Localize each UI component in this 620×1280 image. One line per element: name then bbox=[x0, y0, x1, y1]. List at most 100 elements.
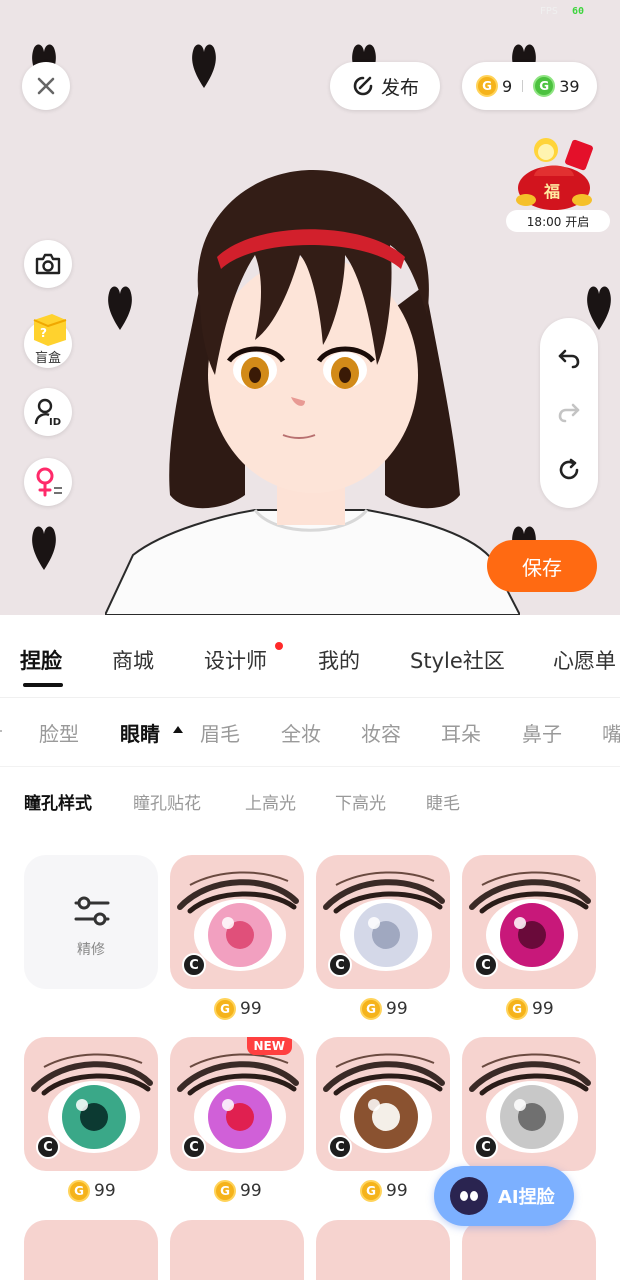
notification-dot bbox=[275, 642, 283, 650]
category-face-shape[interactable]: 脸型 bbox=[39, 718, 79, 747]
svg-text:ID: ID bbox=[49, 417, 61, 427]
refine-label: 精修 bbox=[77, 942, 105, 958]
tab-face[interactable]: 捏脸 bbox=[20, 645, 62, 675]
subtab-upper-highlight[interactable]: 上高光 bbox=[245, 789, 296, 814]
subtab-pupil-style[interactable]: 瞳孔样式 bbox=[24, 789, 92, 814]
currency-divider bbox=[522, 80, 524, 92]
eye-item-card[interactable]: C NEW bbox=[170, 1037, 304, 1171]
tab-shop[interactable]: 商城 bbox=[112, 645, 154, 675]
partial-item-card[interactable] bbox=[24, 1220, 158, 1280]
category-makeup[interactable]: 妆容 bbox=[361, 718, 401, 747]
camera-button[interactable] bbox=[24, 240, 72, 288]
heart-decor-icon bbox=[585, 284, 613, 330]
eye-item-card[interactable]: C bbox=[316, 855, 450, 989]
item-price: G99 bbox=[360, 996, 408, 1022]
partial-item-card[interactable] bbox=[316, 1220, 450, 1280]
scroll-edge bbox=[0, 730, 2, 732]
ai-face-label: AI捏脸 bbox=[498, 1187, 555, 1208]
subtab-eyelashes[interactable]: 睫毛 bbox=[426, 789, 460, 814]
creator-badge-icon: C bbox=[182, 953, 206, 977]
category-eyes[interactable]: 眼睛 bbox=[120, 718, 160, 747]
main-tabs: 捏脸 商城 设计师 我的 Style社区 心愿单 bbox=[0, 615, 620, 698]
creator-badge-icon: C bbox=[328, 1135, 352, 1159]
subtab-lower-highlight[interactable]: 下高光 bbox=[335, 789, 386, 814]
item-price: G99 bbox=[360, 1178, 408, 1204]
reset-button[interactable] bbox=[557, 458, 581, 482]
creator-badge-icon: C bbox=[474, 1135, 498, 1159]
price-value: 99 bbox=[240, 1181, 262, 1201]
eye-item-card[interactable]: C bbox=[316, 1037, 450, 1171]
price-value: 99 bbox=[386, 1181, 408, 1201]
heart-decor-icon bbox=[190, 42, 218, 88]
creator-badge-icon: C bbox=[328, 953, 352, 977]
avatar-stage[interactable]: FPS 60 发布 G 9 G 39 福 18:00 开启 ? 盲盒 ID 保存 bbox=[0, 0, 620, 615]
currency-balance[interactable]: G 9 G 39 bbox=[462, 62, 597, 110]
tab-mine[interactable]: 我的 bbox=[318, 645, 360, 675]
partial-item-card[interactable] bbox=[170, 1220, 304, 1280]
gold-coin-icon: G bbox=[68, 1180, 90, 1202]
caret-up-icon bbox=[173, 726, 183, 733]
gold-coin-icon: G bbox=[360, 1180, 382, 1202]
category-full-makeup[interactable]: 全妆 bbox=[281, 718, 321, 747]
id-icon: ID bbox=[34, 398, 61, 427]
blindbox-button[interactable]: ? 盲盒 bbox=[24, 314, 72, 368]
ai-robot-icon bbox=[450, 1177, 488, 1215]
close-button[interactable] bbox=[22, 62, 70, 110]
eye-item-card[interactable]: C bbox=[24, 1037, 158, 1171]
green-coin-icon: G bbox=[533, 75, 556, 97]
refine-button[interactable]: 精修 bbox=[24, 855, 158, 989]
fps-counter: FPS 60 bbox=[539, 6, 584, 17]
redo-button[interactable] bbox=[557, 400, 581, 424]
gold-coin-icon: G bbox=[360, 998, 382, 1020]
redo-icon bbox=[558, 403, 580, 423]
reset-icon bbox=[559, 458, 579, 480]
camera-icon bbox=[35, 253, 61, 275]
publish-button[interactable]: 发布 bbox=[330, 62, 440, 110]
blindbox-label: 盲盒 bbox=[34, 351, 61, 366]
publish-icon bbox=[353, 76, 373, 96]
gold-coin-icon: G bbox=[476, 75, 498, 97]
category-eyebrows[interactable]: 眉毛 bbox=[200, 718, 240, 747]
female-icon bbox=[36, 467, 62, 497]
price-value: 99 bbox=[386, 999, 408, 1019]
eye-item-card[interactable]: C bbox=[462, 855, 596, 989]
price-value: 99 bbox=[94, 1181, 116, 1201]
category-nose[interactable]: 鼻子 bbox=[522, 718, 562, 747]
tab-wishlist[interactable]: 心愿单 bbox=[553, 645, 616, 675]
undo-button[interactable] bbox=[557, 346, 581, 370]
item-price: G99 bbox=[68, 1178, 116, 1204]
avatar-id-button[interactable]: ID bbox=[24, 388, 72, 436]
eye-item-card[interactable]: C bbox=[462, 1037, 596, 1171]
heart-decor-icon bbox=[30, 524, 58, 570]
category-bar: 脸型 眼睛 眉毛 全妆 妆容 耳朵 鼻子 嘴 bbox=[0, 698, 620, 767]
eye-item-card[interactable]: C bbox=[170, 855, 304, 989]
sub-tabs: 瞳孔样式 瞳孔贴花 上高光 下高光 睫毛 bbox=[0, 767, 620, 833]
tab-underline bbox=[23, 683, 63, 687]
price-value: 99 bbox=[240, 999, 262, 1019]
gender-switch-button[interactable] bbox=[24, 458, 72, 506]
item-price: G99 bbox=[214, 1178, 262, 1204]
gold-coin-icon: G bbox=[214, 1180, 236, 1202]
creator-badge-icon: C bbox=[36, 1135, 60, 1159]
category-mouth[interactable]: 嘴 bbox=[602, 718, 620, 747]
ai-face-button[interactable]: AI捏脸 bbox=[434, 1166, 574, 1226]
creator-badge-icon: C bbox=[474, 953, 498, 977]
avatar-character[interactable] bbox=[103, 165, 522, 615]
green-count: 39 bbox=[559, 76, 580, 96]
price-value: 99 bbox=[532, 999, 554, 1019]
new-badge: NEW bbox=[246, 1037, 292, 1055]
partial-item-card[interactable] bbox=[462, 1220, 596, 1280]
undo-icon bbox=[558, 349, 580, 369]
svg-text:?: ? bbox=[40, 326, 47, 340]
tab-designer[interactable]: 设计师 bbox=[204, 645, 267, 675]
gold-count: 9 bbox=[502, 76, 513, 96]
publish-label: 发布 bbox=[380, 76, 419, 99]
subtab-pupil-decal[interactable]: 瞳孔贴花 bbox=[133, 789, 201, 814]
tab-style-community[interactable]: Style社区 bbox=[410, 645, 505, 675]
close-icon bbox=[37, 77, 55, 95]
category-ears[interactable]: 耳朵 bbox=[441, 718, 481, 747]
save-button[interactable]: 保存 bbox=[487, 540, 597, 592]
event-lucky-bag[interactable]: 福 18:00 开启 bbox=[506, 132, 610, 236]
gold-coin-icon: G bbox=[214, 998, 236, 1020]
item-price: G99 bbox=[506, 996, 554, 1022]
